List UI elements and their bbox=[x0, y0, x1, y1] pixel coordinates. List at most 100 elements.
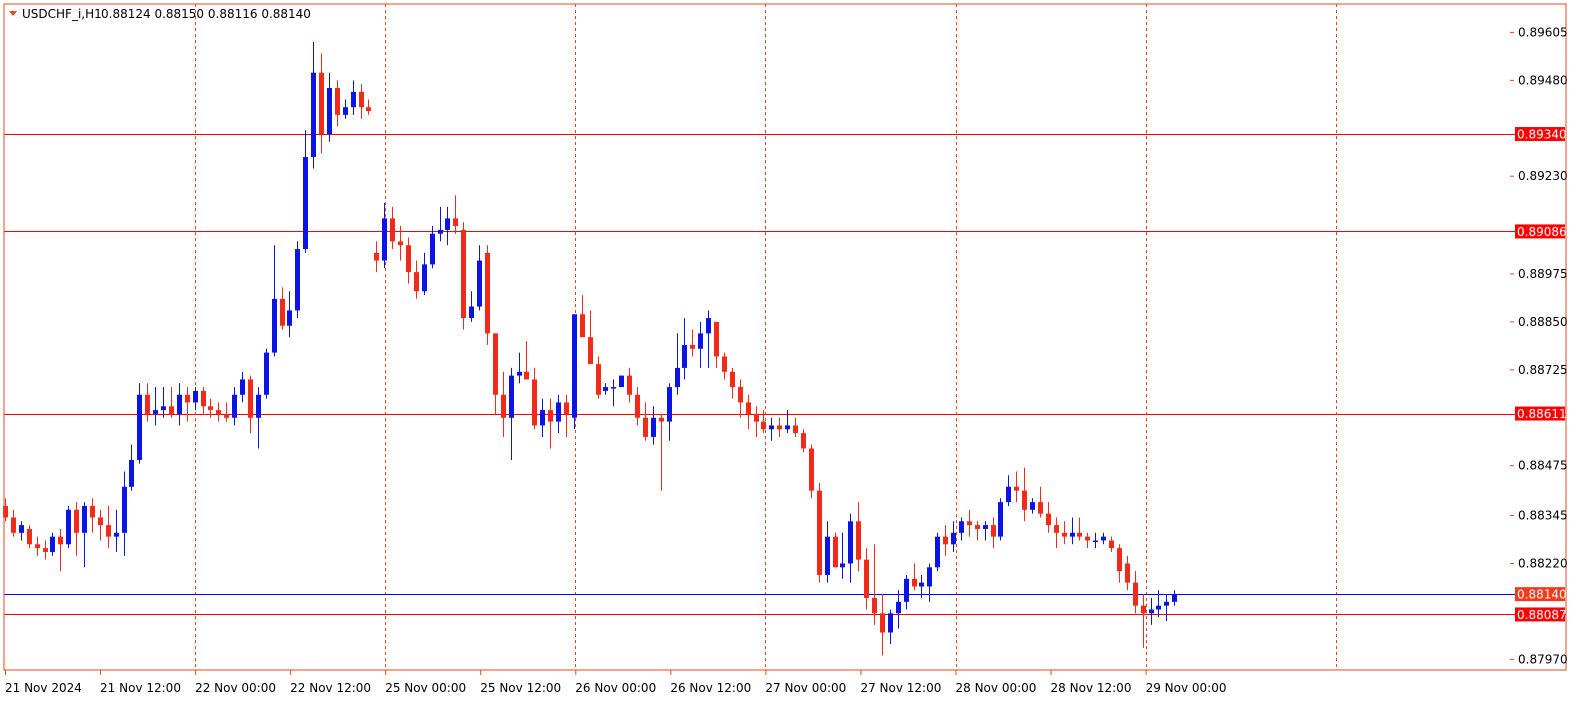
candle bbox=[556, 394, 561, 434]
candle bbox=[991, 517, 996, 549]
candle-body bbox=[264, 352, 269, 395]
time-tick: 22 Nov 12:00 bbox=[290, 670, 371, 695]
candle bbox=[485, 245, 490, 345]
candle bbox=[588, 310, 593, 365]
candle bbox=[856, 502, 861, 572]
candle-body bbox=[50, 536, 55, 552]
symbol-label: USDCHF_i,H1 bbox=[22, 7, 102, 21]
candle-body bbox=[627, 375, 632, 395]
candle bbox=[216, 402, 221, 422]
candle-body bbox=[1054, 525, 1059, 533]
candle bbox=[1164, 594, 1169, 621]
candle bbox=[809, 444, 814, 499]
candle-body bbox=[667, 387, 672, 422]
candle-body bbox=[335, 88, 340, 115]
candle bbox=[98, 509, 103, 541]
price-axis: 0.89605 0.89480 0.89230 0.88975 0.88850 0.887… bbox=[1510, 25, 1568, 666]
candle-body bbox=[517, 371, 522, 376]
candle-body bbox=[856, 521, 861, 560]
candle-body bbox=[66, 509, 71, 545]
time-tick-label: 22 Nov 00:00 bbox=[195, 681, 276, 695]
time-tick: 25 Nov 00:00 bbox=[385, 670, 466, 695]
candle-body bbox=[1141, 605, 1146, 614]
candle-body bbox=[398, 241, 403, 246]
candle bbox=[1149, 597, 1154, 625]
price-tick-label: 0.88220 bbox=[1518, 556, 1568, 570]
candle bbox=[1006, 475, 1011, 506]
candle bbox=[280, 287, 285, 330]
candle-body bbox=[825, 536, 830, 575]
candle bbox=[224, 402, 229, 422]
candle bbox=[295, 241, 300, 319]
candle bbox=[1172, 590, 1177, 606]
candle-body bbox=[746, 402, 751, 414]
time-tick-label: 21 Nov 2024 bbox=[5, 681, 82, 695]
candle-body bbox=[256, 394, 261, 418]
candle bbox=[1101, 532, 1106, 545]
price-tick: 0.88345 bbox=[1510, 509, 1568, 523]
candle-body bbox=[390, 218, 395, 242]
price-tick-label: 0.89230 bbox=[1518, 169, 1568, 183]
candle bbox=[572, 314, 577, 430]
candle-body bbox=[216, 410, 221, 414]
candle bbox=[1030, 498, 1035, 514]
candle-body bbox=[1085, 536, 1090, 541]
candle-body bbox=[817, 490, 822, 575]
candle bbox=[801, 429, 806, 453]
candle-body bbox=[904, 578, 909, 602]
candle-body bbox=[58, 536, 63, 545]
candle-body bbox=[509, 375, 514, 418]
time-tick: 28 Nov 12:00 bbox=[1050, 670, 1131, 695]
candle bbox=[327, 72, 332, 142]
candle-body bbox=[935, 536, 940, 568]
candle bbox=[935, 532, 940, 572]
time-tick: 27 Nov 00:00 bbox=[765, 670, 846, 695]
candle bbox=[359, 84, 364, 119]
candle-body bbox=[754, 413, 759, 422]
time-tick: 21 Nov 12:00 bbox=[100, 670, 181, 695]
collapse-triangle-icon[interactable] bbox=[9, 11, 17, 16]
candle bbox=[1093, 532, 1098, 549]
candle-body bbox=[319, 72, 324, 135]
candle-body bbox=[690, 344, 695, 349]
candle-body bbox=[888, 613, 893, 633]
time-axis: 21 Nov 2024 21 Nov 12:00 22 Nov 00:00 22 No… bbox=[5, 670, 1227, 695]
candle-body bbox=[343, 107, 348, 115]
candle-body bbox=[1125, 563, 1130, 583]
price-tick: 0.88725 bbox=[1510, 363, 1568, 377]
chart-header: USDCHF_i,H1 0.88124 0.88150 0.88116 0.88… bbox=[9, 7, 311, 21]
candle bbox=[1070, 517, 1075, 545]
candle bbox=[540, 398, 545, 437]
candle bbox=[706, 310, 711, 368]
candle-body bbox=[1101, 536, 1106, 541]
candle-body bbox=[161, 406, 166, 411]
candle-body bbox=[675, 367, 680, 388]
time-tick: 25 Nov 12:00 bbox=[480, 670, 561, 695]
candle bbox=[248, 375, 253, 434]
candle bbox=[374, 241, 379, 273]
candle-body bbox=[129, 459, 134, 487]
candle bbox=[137, 383, 142, 464]
candle-body bbox=[975, 525, 980, 529]
candlestick-chart: 0.89605 0.89480 0.89230 0.88975 0.88850 0.887… bbox=[3, 3, 1568, 695]
candle bbox=[177, 383, 182, 426]
candle-body bbox=[90, 505, 95, 518]
candle bbox=[1141, 594, 1146, 648]
candle-body bbox=[366, 107, 371, 112]
level-label-text: 0.88087 bbox=[1517, 608, 1567, 622]
candle-body bbox=[809, 448, 814, 491]
time-tick: 22 Nov 00:00 bbox=[195, 670, 276, 695]
candle bbox=[201, 387, 206, 414]
vertical-grid bbox=[195, 4, 1337, 670]
price-tick-label: 0.89480 bbox=[1518, 73, 1568, 87]
candle-body bbox=[943, 536, 948, 545]
candle-body bbox=[896, 601, 901, 614]
candle bbox=[461, 222, 466, 330]
candle bbox=[722, 352, 727, 380]
candle-body bbox=[967, 521, 972, 526]
time-tick-label: 21 Nov 12:00 bbox=[100, 681, 181, 695]
candle-body bbox=[438, 229, 443, 234]
candle-body bbox=[785, 425, 790, 430]
level-label: 0.88087 bbox=[1515, 607, 1567, 622]
candle bbox=[675, 333, 680, 395]
